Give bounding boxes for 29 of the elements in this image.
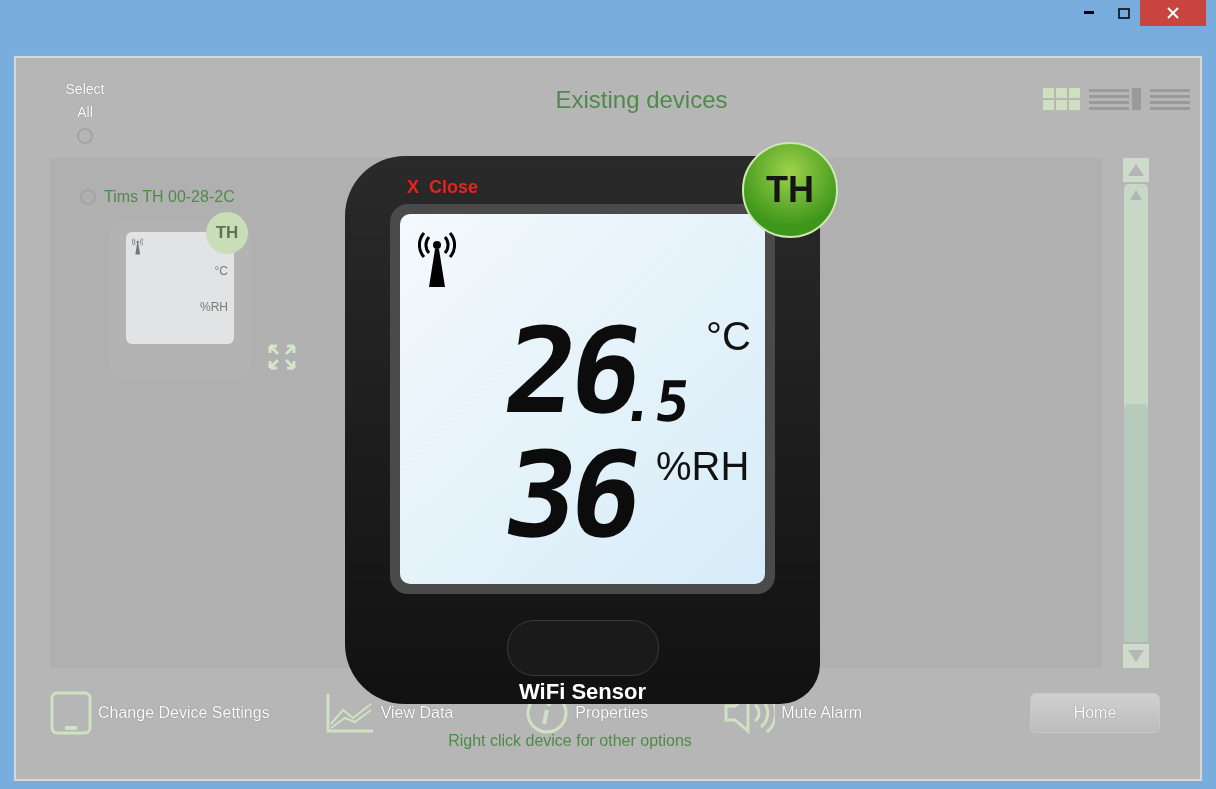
- select-all-label: Select All: [64, 80, 106, 122]
- antenna-icon: [418, 232, 456, 288]
- scroll-up-icon[interactable]: [1123, 158, 1149, 182]
- list-view-icon[interactable]: [1150, 88, 1190, 110]
- device-label: WiFi Sensor: [519, 680, 646, 704]
- home-button[interactable]: Home: [1030, 693, 1160, 733]
- maximize-icon[interactable]: [1118, 7, 1130, 19]
- tablet-icon: [50, 691, 92, 735]
- unit-label: %RH: [200, 300, 228, 314]
- scrollbar-drawing[interactable]: [1123, 183, 1149, 643]
- humidity-reading: 36: [497, 436, 645, 554]
- device-name: Tims TH 00-28-2C: [104, 188, 235, 206]
- expand-icon[interactable]: [268, 344, 296, 370]
- page-title: Existing devices: [554, 85, 729, 114]
- temperature-unit: °C: [706, 316, 751, 356]
- device-type-badge: TH: [206, 212, 248, 254]
- detail-view-icon[interactable]: [1089, 88, 1142, 110]
- scroll-down-icon[interactable]: [1123, 644, 1149, 668]
- hint-text: Right click device for other options: [447, 732, 693, 750]
- minimize-icon[interactable]: [1084, 11, 1094, 15]
- mini-antenna-icon: [132, 238, 144, 255]
- grid-view-icon[interactable]: [1043, 88, 1081, 110]
- close-button[interactable]: X Close: [407, 176, 479, 198]
- toolbar-button[interactable]: View Data: [324, 692, 454, 734]
- unit-label: °C: [214, 264, 228, 278]
- toolbar-button[interactable]: Change Device Settings: [50, 691, 270, 735]
- humidity-unit: %RH: [656, 446, 750, 486]
- line-chart-icon: [324, 692, 375, 734]
- close-icon[interactable]: [1167, 7, 1179, 19]
